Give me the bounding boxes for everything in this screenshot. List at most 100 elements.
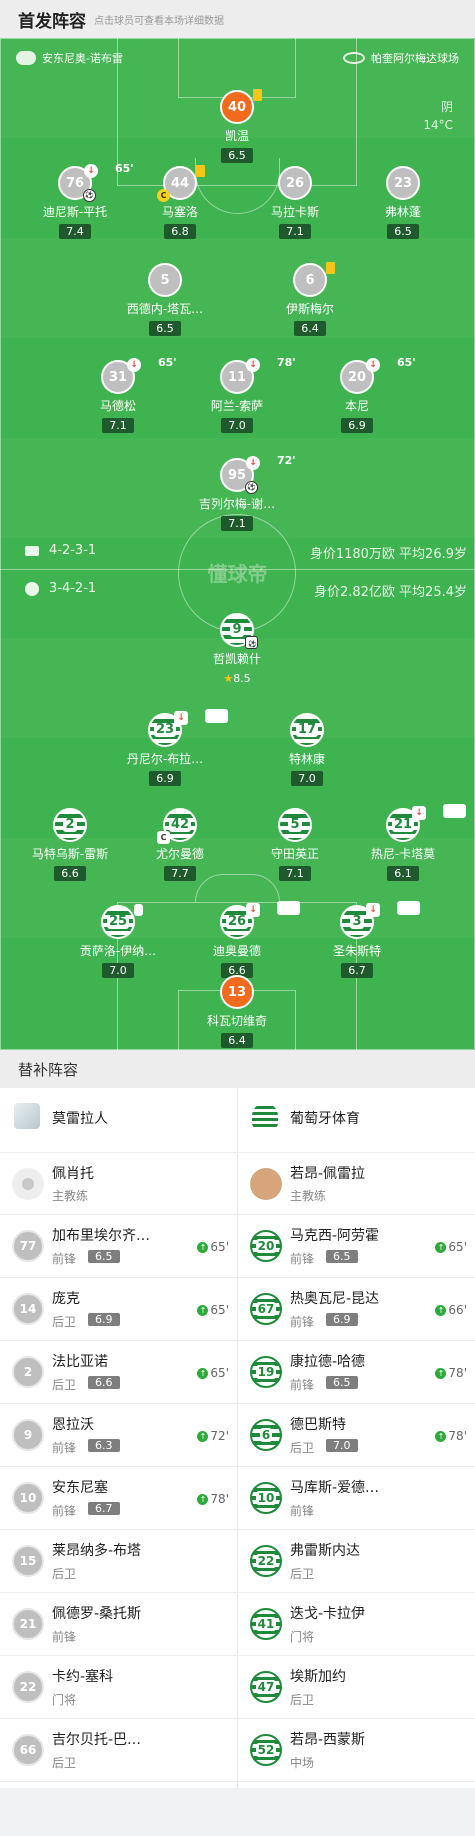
away-formation-text: 3-4-2-1	[49, 581, 97, 596]
player-name: 阿兰-索萨	[210, 399, 264, 413]
sub-position: 后卫	[290, 1441, 315, 1455]
away-sub-player[interactable]: 10 马库斯-爱德… 前锋	[238, 1467, 475, 1529]
sub-name: 安东尼塞	[52, 1480, 108, 1496]
sub-number-text: 14	[19, 1302, 37, 1316]
sub-on-time: ↑ 65'	[435, 1240, 467, 1254]
away-sub-player[interactable]: 19 康拉德-哈德 前锋 6.5 ↑ 78'	[238, 1341, 475, 1403]
player-rating: 7.7	[164, 866, 196, 881]
bench-row: 77 加布里埃尔齐… 前锋 6.5 ↑ 65' 20 马克西-阿劳霍 前锋 6.5 ↑ 65'	[0, 1215, 475, 1278]
away-player[interactable]: 17 特林康 7.0	[242, 713, 372, 786]
sub-rating: 6.5	[326, 1250, 358, 1263]
sub-number-text: 10	[255, 1491, 277, 1505]
away-sub-player[interactable]: 52 若昂-西蒙斯 中场	[238, 1719, 475, 1781]
player-name: 圣朱斯特	[332, 944, 381, 958]
sub-number-text: 6	[259, 1428, 273, 1442]
star-icon: ★	[223, 672, 234, 685]
home-player[interactable]: 44 C 马塞洛 6.8	[115, 165, 245, 239]
sub-number-text: 20	[255, 1239, 277, 1253]
rating-value: 6.4	[228, 1034, 246, 1047]
stadium-name: 帕奎阿尔梅达球场	[371, 52, 459, 65]
player-rating: 6.4	[221, 1033, 253, 1048]
away-player[interactable]: 9 ⚽ 哲凯赖什 ★8.5	[172, 613, 302, 686]
home-sub-player[interactable]: 2 法比亚诺 后卫 6.6 ↑ 65'	[0, 1341, 237, 1403]
away-player[interactable]: 42 C 尤尔曼德 7.7	[115, 808, 245, 881]
sub-on-time-text: 65'	[210, 1366, 229, 1380]
away-player[interactable]: 13 科瓦切维奇 6.4	[172, 975, 302, 1048]
home-sub-player[interactable]: 21 佩德罗-桑托斯 前锋	[0, 1593, 237, 1655]
home-coach[interactable]: 佩肖托 主教练	[0, 1153, 237, 1214]
sub-number: 6	[250, 1419, 282, 1451]
player-rating: 6.6	[54, 866, 86, 881]
away-player[interactable]: 26 ↓ 78' 迪奥曼德 6.6	[172, 901, 302, 978]
home-sub-player[interactable]: 66 吉尔贝托-巴… 后卫	[0, 1719, 237, 1781]
away-player[interactable]: 25 贡萨洛-伊纳… 7.0	[53, 904, 183, 978]
sub-on-time-text: 78'	[210, 1492, 229, 1506]
captain-icon: C	[157, 831, 170, 844]
sub-name: 卡约-塞科	[52, 1669, 114, 1685]
sub-number-text: 41	[255, 1617, 277, 1631]
sub-position: 前锋	[290, 1315, 315, 1329]
away-sub-player[interactable]: 22 弗雷斯内达 后卫	[238, 1530, 475, 1592]
player-name: 弗林蓬	[384, 205, 421, 219]
home-player[interactable]: 95 ↓ 72' ⚽ 吉列尔梅-谢… 7.1	[172, 454, 302, 531]
player-number: 40	[220, 89, 262, 124]
home-sub-player[interactable]: 10 安东尼塞 前锋 6.7 ↑ 78'	[0, 1467, 237, 1529]
home-venue: 安东尼奥-诺布雷	[16, 50, 123, 66]
home-player[interactable]: 23 弗林蓬 6.5	[338, 166, 468, 239]
sub-on-icon: ↑	[197, 1430, 209, 1442]
bench-row: 9 恩拉沃 前锋 6.3 ↑ 72' 6 德巴斯特 后卫 7.0 ↑ 78'	[0, 1404, 475, 1467]
away-coach[interactable]: 若昂-佩雷拉 主教练	[238, 1153, 475, 1214]
home-sub-player[interactable]: 9 恩拉沃 前锋 6.3 ↑ 72'	[0, 1404, 237, 1466]
home-sub-player[interactable]: 22 卡约-塞科 门将	[0, 1656, 237, 1718]
home-sub-player[interactable]: 77 加布里埃尔齐… 前锋 6.5 ↑ 65'	[0, 1215, 237, 1277]
away-sub-player[interactable]: 20 马克西-阿劳霍 前锋 6.5 ↑ 65'	[238, 1215, 475, 1277]
yellow-card-icon	[134, 904, 143, 916]
coach-row: 佩肖托 主教练 若昂-佩雷拉 主教练	[0, 1153, 475, 1215]
away-player[interactable]: 23 ↓ 65' 丹尼尔-布拉… 6.9	[100, 709, 230, 786]
home-sub-player[interactable]: 15 莱昂纳多-布塔 后卫	[0, 1530, 237, 1592]
sub-rating: 6.7	[88, 1502, 120, 1515]
player-number-text: 25	[106, 914, 130, 929]
sub-name: 弗雷斯内达	[290, 1543, 360, 1559]
sub-number-text: 47	[255, 1680, 277, 1694]
home-player[interactable]: 20 ↓ 65' 本尼 6.9	[292, 356, 422, 433]
sub-number-text: 67	[255, 1302, 277, 1316]
person-icon	[12, 1168, 44, 1200]
sub-on-time: ↑ 78'	[435, 1429, 467, 1443]
home-player[interactable]: 5 西德内-塔瓦… 6.5	[100, 263, 230, 336]
player-rating: ★8.5	[216, 671, 257, 686]
away-sub-player[interactable]: 47 埃斯加约 后卫	[238, 1656, 475, 1718]
player-number: 6	[293, 262, 335, 297]
sub-position: 后卫	[52, 1378, 77, 1392]
player-rating: 6.9	[149, 771, 181, 786]
player-rating: 7.1	[279, 866, 311, 881]
player-name: 尤尔曼德	[155, 847, 204, 861]
player-name: 马德松	[99, 399, 136, 413]
home-player[interactable]: 31 ↓ 65' 马德松 7.1	[53, 356, 183, 433]
sub-number: 14	[12, 1293, 44, 1325]
sub-number-text: 52	[255, 1743, 277, 1757]
home-player[interactable]: 6 伊斯梅尔 6.4	[245, 262, 375, 336]
away-sub-player[interactable]: 67 热奥瓦尼-昆达 前锋 6.9 ↑ 66'	[238, 1278, 475, 1340]
home-sub-player[interactable]: 14 庞克 后卫 6.9 ↑ 65'	[0, 1278, 237, 1340]
rating-value: 7.1	[109, 419, 127, 432]
sub-number: 52	[250, 1734, 282, 1766]
away-sub-player[interactable]: 41 迭戈-卡拉伊 门将	[238, 1593, 475, 1655]
player-number-text: 23	[153, 722, 177, 737]
bench-row: 14 庞克 后卫 6.9 ↑ 65' 67 热奥瓦尼-昆达 前锋 6.9 ↑ 66'	[0, 1278, 475, 1341]
lineup-hint: 点击球员可查看本场详细数据	[94, 15, 224, 27]
sub-number-text: 22	[19, 1680, 37, 1694]
player-name: 特林康	[288, 752, 325, 766]
away-player[interactable]: 3 ↓ 66' 圣朱斯特 6.7	[292, 901, 422, 978]
home-player[interactable]: 11 ↓ 78' 阿兰-索萨 7.0	[172, 356, 302, 433]
yellow-card-icon	[326, 262, 335, 274]
sub-name: 恩拉沃	[52, 1417, 94, 1433]
rating-value: 6.5	[156, 322, 174, 335]
away-sub-player[interactable]: 6 德巴斯特 后卫 7.0 ↑ 78'	[238, 1404, 475, 1466]
sub-name: 莱昂纳多-布塔	[52, 1543, 142, 1559]
sub-off-icon: ↓	[246, 358, 260, 372]
sub-number: 10	[250, 1482, 282, 1514]
sub-position: 后卫	[290, 1567, 315, 1581]
home-player[interactable]: 40 凯温 6.5	[172, 89, 302, 163]
away-player[interactable]: 21 ↓ 78' 热尼-卡塔莫 6.1	[338, 804, 468, 881]
